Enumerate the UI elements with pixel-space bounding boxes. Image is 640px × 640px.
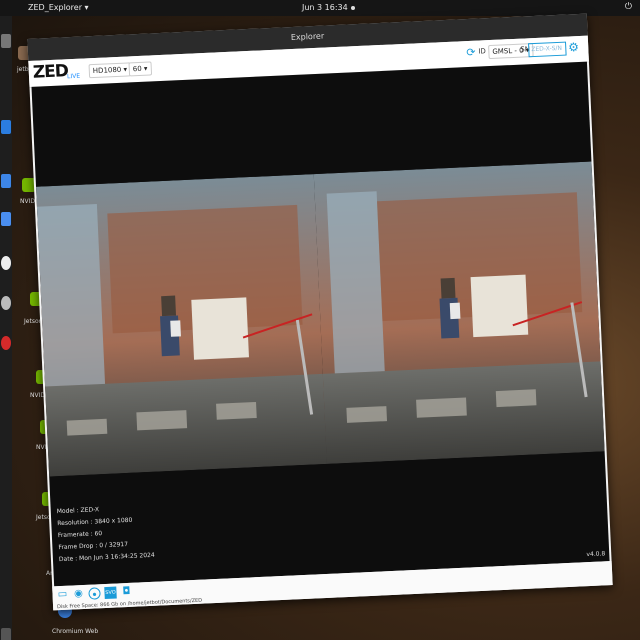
record-icon[interactable]: ⏺ [88,587,101,600]
dock [0,16,12,640]
window-title: Explorer [290,31,325,43]
files-icon[interactable] [1,34,11,48]
docs-icon[interactable] [1,212,11,226]
system-top-bar: ZED_Explorer ▾ Jun 3 16:34 ⏻ [0,0,640,16]
svo-icon[interactable]: SVO [104,586,117,600]
clock-text: Jun 3 16:34 [302,3,348,12]
clock[interactable]: Jun 3 16:34 [302,3,355,12]
right-eye-image [313,161,605,464]
chromium-icon[interactable] [1,174,11,188]
zed-logo: ZED [32,61,69,83]
explorer-window: Explorer ZED LIVE HD1080 ▾ 60 ▾ ⟳ ID GMS… [27,13,613,611]
camera-icon[interactable]: ◘ [120,586,133,599]
error-icon[interactable] [1,336,11,350]
vscode-icon[interactable] [1,120,11,134]
folder-icon[interactable]: ▭ [56,589,69,602]
left-eye-image [36,174,327,477]
resolution-select[interactable]: HD1080 ▾ [88,62,132,79]
camera-info: Model : ZED-X Resolution : 3840 x 1080 F… [57,502,155,566]
version-label: v4.0.8 [586,550,606,559]
video-viewer[interactable]: Model : ZED-X Resolution : 3840 x 1080 F… [31,61,610,587]
desktop-label-chromium: Chromium Web [52,628,99,635]
power-icon[interactable]: ⏻ [625,2,632,12]
notification-dot [350,5,355,10]
serial-field[interactable]: ZED-X-S/N [528,41,567,58]
software-icon[interactable] [1,296,11,310]
stream-icon[interactable]: ◉ [72,588,85,601]
id-label: ID [478,47,486,56]
sync-icon[interactable]: ⟳ [466,46,476,59]
gear-icon[interactable]: ⚙ [568,40,579,54]
fps-select[interactable]: 60 ▾ [128,61,152,77]
obs-icon[interactable] [1,256,11,270]
show-apps-icon[interactable] [1,628,11,640]
stereo-image [36,161,605,477]
live-label: LIVE [66,72,81,81]
desktop: ZED_Explorer ▾ Jun 3 16:34 ⏻ jetbot NVID… [0,0,640,640]
app-menu[interactable]: ZED_Explorer ▾ [28,3,89,12]
